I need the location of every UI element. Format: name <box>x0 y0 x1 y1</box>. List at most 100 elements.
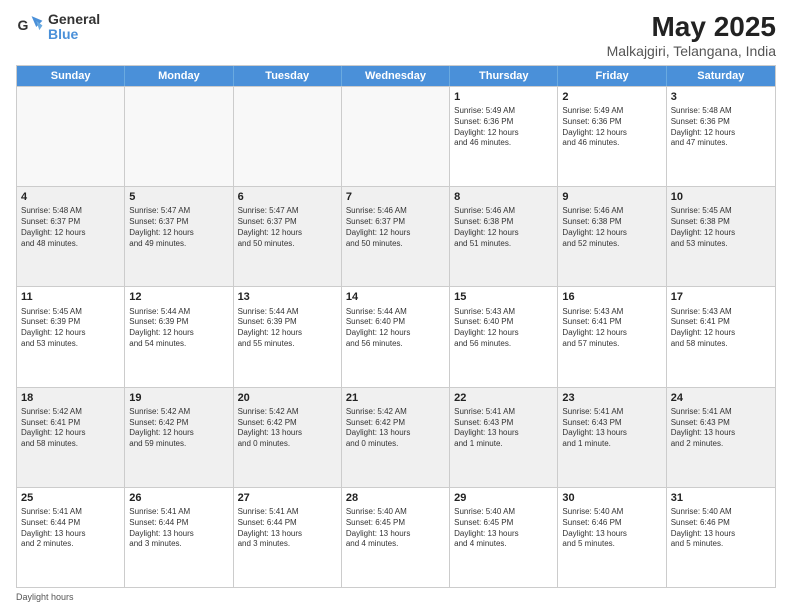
calendar-day-20: 20Sunrise: 5:42 AM Sunset: 6:42 PM Dayli… <box>234 388 342 487</box>
day-number: 27 <box>238 491 337 505</box>
day-number: 1 <box>454 90 553 104</box>
header-day-saturday: Saturday <box>667 66 775 86</box>
calendar-day-30: 30Sunrise: 5:40 AM Sunset: 6:46 PM Dayli… <box>558 488 666 587</box>
header-day-friday: Friday <box>558 66 666 86</box>
day-info: Sunrise: 5:43 AM Sunset: 6:41 PM Dayligh… <box>562 307 661 350</box>
day-info: Sunrise: 5:47 AM Sunset: 6:37 PM Dayligh… <box>129 206 228 249</box>
calendar-empty-0-2 <box>234 87 342 186</box>
day-number: 19 <box>129 391 228 405</box>
calendar-header: SundayMondayTuesdayWednesdayThursdayFrid… <box>17 66 775 86</box>
day-number: 23 <box>562 391 661 405</box>
calendar-day-27: 27Sunrise: 5:41 AM Sunset: 6:44 PM Dayli… <box>234 488 342 587</box>
calendar-row-1: 4 Sunrise: 5:48 AM Sunset: 6:37 PM Daylig… <box>17 186 775 286</box>
title-block: May 2025 Malkajgiri, Telangana, India <box>607 12 776 59</box>
calendar-day-4: 4 Sunrise: 5:48 AM Sunset: 6:37 PM Daylig… <box>17 187 125 286</box>
location-subtitle: Malkajgiri, Telangana, India <box>607 43 776 59</box>
calendar-day-2: 2 Sunrise: 5:49 AM Sunset: 6:36 PM Daylig… <box>558 87 666 186</box>
day-number: 25 <box>21 491 120 505</box>
calendar: SundayMondayTuesdayWednesdayThursdayFrid… <box>16 65 776 588</box>
day-info: Sunrise: 5:49 AM Sunset: 6:36 PM Dayligh… <box>454 106 553 149</box>
calendar-day-19: 19 Sunrise: 5:42 AM Sunset: 6:42 PM Dayli… <box>125 388 233 487</box>
calendar-day-28: 28 Sunrise: 5:40 AM Sunset: 6:45 PM Dayli… <box>342 488 450 587</box>
calendar-day-31: 31 Sunrise: 5:40 AM Sunset: 6:46 PM Dayli… <box>667 488 775 587</box>
day-info: Sunrise: 5:45 AM Sunset: 6:39 PM Dayligh… <box>21 307 120 350</box>
day-number: 15 <box>454 290 553 304</box>
day-number: 14 <box>346 290 445 304</box>
calendar-day-24: 24 Sunrise: 5:41 AM Sunset: 6:43 PM Dayli… <box>667 388 775 487</box>
day-number: 6 <box>238 190 337 204</box>
day-number: 28 <box>346 491 445 505</box>
day-info: Sunrise: 5:46 AM Sunset: 6:37 PM Dayligh… <box>346 206 445 249</box>
header-day-thursday: Thursday <box>450 66 558 86</box>
calendar-day-16: 16 Sunrise: 5:43 AM Sunset: 6:41 PM Dayli… <box>558 287 666 386</box>
day-info: Sunrise: 5:40 AM Sunset: 6:45 PM Dayligh… <box>346 507 445 550</box>
calendar-day-5: 5 Sunrise: 5:47 AM Sunset: 6:37 PM Daylig… <box>125 187 233 286</box>
day-info: Sunrise: 5:44 AM Sunset: 6:40 PM Dayligh… <box>346 307 445 350</box>
day-number: 18 <box>21 391 120 405</box>
calendar-day-21: 21 Sunrise: 5:42 AM Sunset: 6:42 PM Dayli… <box>342 388 450 487</box>
day-number: 4 <box>21 190 120 204</box>
day-number: 21 <box>346 391 445 405</box>
day-number: 24 <box>671 391 771 405</box>
day-info: Sunrise: 5:42 AM Sunset: 6:42 PM Dayligh… <box>346 407 445 450</box>
calendar-day-18: 18 Sunrise: 5:42 AM Sunset: 6:41 PM Dayli… <box>17 388 125 487</box>
calendar-day-10: 10Sunrise: 5:45 AM Sunset: 6:38 PM Dayli… <box>667 187 775 286</box>
calendar-body: 1 Sunrise: 5:49 AM Sunset: 6:36 PM Daylig… <box>17 86 775 587</box>
calendar-day-12: 12 Sunrise: 5:44 AM Sunset: 6:39 PM Dayli… <box>125 287 233 386</box>
calendar-day-26: 26 Sunrise: 5:41 AM Sunset: 6:44 PM Dayli… <box>125 488 233 587</box>
day-info: Sunrise: 5:41 AM Sunset: 6:44 PM Dayligh… <box>21 507 120 550</box>
day-info: Sunrise: 5:48 AM Sunset: 6:37 PM Dayligh… <box>21 206 120 249</box>
day-info: Sunrise: 5:42 AM Sunset: 6:41 PM Dayligh… <box>21 407 120 450</box>
day-number: 16 <box>562 290 661 304</box>
day-info: Sunrise: 5:41 AM Sunset: 6:44 PM Dayligh… <box>129 507 228 550</box>
day-info: Sunrise: 5:40 AM Sunset: 6:46 PM Dayligh… <box>671 507 771 550</box>
day-info: Sunrise: 5:44 AM Sunset: 6:39 PM Dayligh… <box>129 307 228 350</box>
day-info: Sunrise: 5:42 AM Sunset: 6:42 PM Dayligh… <box>129 407 228 450</box>
day-number: 9 <box>562 190 661 204</box>
day-info: Sunrise: 5:40 AM Sunset: 6:45 PM Dayligh… <box>454 507 553 550</box>
logo: G General Blue <box>16 12 100 43</box>
day-info: Sunrise: 5:41 AM Sunset: 6:43 PM Dayligh… <box>671 407 771 450</box>
logo-icon: G <box>16 13 44 41</box>
day-info: Sunrise: 5:48 AM Sunset: 6:36 PM Dayligh… <box>671 106 771 149</box>
day-number: 12 <box>129 290 228 304</box>
header-day-monday: Monday <box>125 66 233 86</box>
day-info: Sunrise: 5:43 AM Sunset: 6:41 PM Dayligh… <box>671 307 771 350</box>
page-header: G General Blue May 2025 Malkajgiri, Tela… <box>16 12 776 59</box>
calendar-day-8: 8 Sunrise: 5:46 AM Sunset: 6:38 PM Daylig… <box>450 187 558 286</box>
calendar-day-11: 11Sunrise: 5:45 AM Sunset: 6:39 PM Dayli… <box>17 287 125 386</box>
day-info: Sunrise: 5:44 AM Sunset: 6:39 PM Dayligh… <box>238 307 337 350</box>
day-number: 2 <box>562 90 661 104</box>
day-info: Sunrise: 5:46 AM Sunset: 6:38 PM Dayligh… <box>562 206 661 249</box>
calendar-day-15: 15 Sunrise: 5:43 AM Sunset: 6:40 PM Dayli… <box>450 287 558 386</box>
day-info: Sunrise: 5:49 AM Sunset: 6:36 PM Dayligh… <box>562 106 661 149</box>
calendar-day-23: 23 Sunrise: 5:41 AM Sunset: 6:43 PM Dayli… <box>558 388 666 487</box>
calendar-row-0: 1 Sunrise: 5:49 AM Sunset: 6:36 PM Daylig… <box>17 86 775 186</box>
calendar-row-2: 11Sunrise: 5:45 AM Sunset: 6:39 PM Dayli… <box>17 286 775 386</box>
day-info: Sunrise: 5:46 AM Sunset: 6:38 PM Dayligh… <box>454 206 553 249</box>
calendar-day-9: 9 Sunrise: 5:46 AM Sunset: 6:38 PM Daylig… <box>558 187 666 286</box>
day-number: 31 <box>671 491 771 505</box>
calendar-day-13: 13Sunrise: 5:44 AM Sunset: 6:39 PM Dayli… <box>234 287 342 386</box>
day-number: 17 <box>671 290 771 304</box>
calendar-row-3: 18 Sunrise: 5:42 AM Sunset: 6:41 PM Dayli… <box>17 387 775 487</box>
calendar-empty-0-3 <box>342 87 450 186</box>
day-info: Sunrise: 5:43 AM Sunset: 6:40 PM Dayligh… <box>454 307 553 350</box>
logo-text: General Blue <box>48 12 100 43</box>
day-info: Sunrise: 5:41 AM Sunset: 6:43 PM Dayligh… <box>454 407 553 450</box>
day-number: 26 <box>129 491 228 505</box>
day-info: Sunrise: 5:47 AM Sunset: 6:37 PM Dayligh… <box>238 206 337 249</box>
header-day-wednesday: Wednesday <box>342 66 450 86</box>
header-day-sunday: Sunday <box>17 66 125 86</box>
day-number: 5 <box>129 190 228 204</box>
calendar-day-25: 25 Sunrise: 5:41 AM Sunset: 6:44 PM Dayli… <box>17 488 125 587</box>
footer-note: Daylight hours <box>16 592 776 602</box>
day-info: Sunrise: 5:41 AM Sunset: 6:43 PM Dayligh… <box>562 407 661 450</box>
day-number: 8 <box>454 190 553 204</box>
calendar-day-22: 22 Sunrise: 5:41 AM Sunset: 6:43 PM Dayli… <box>450 388 558 487</box>
day-number: 22 <box>454 391 553 405</box>
calendar-day-17: 17 Sunrise: 5:43 AM Sunset: 6:41 PM Dayli… <box>667 287 775 386</box>
day-number: 3 <box>671 90 771 104</box>
day-number: 7 <box>346 190 445 204</box>
day-number: 29 <box>454 491 553 505</box>
